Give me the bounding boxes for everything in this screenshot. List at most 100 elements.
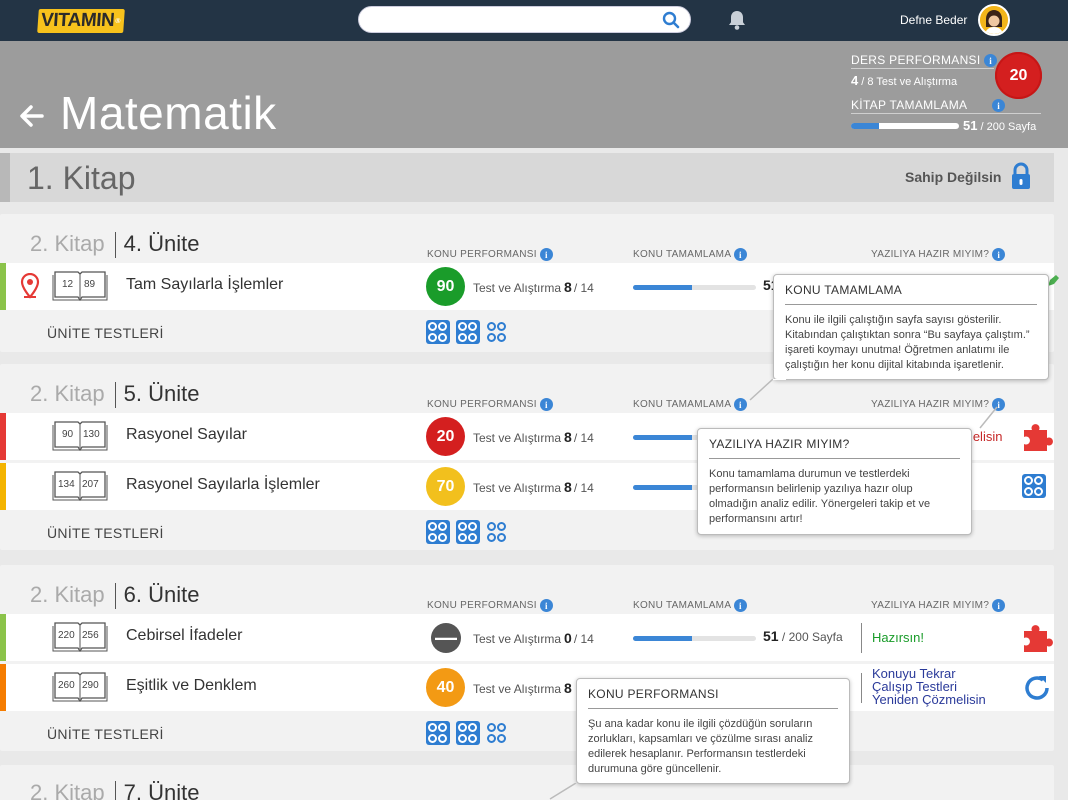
unit-tests-label: ÜNİTE TESTLERİ <box>47 726 164 742</box>
test-button[interactable] <box>485 520 509 544</box>
column-header-performance: KONU PERFORMANSI i <box>427 248 553 261</box>
divider <box>861 673 862 703</box>
open-book-icon: 90 130 <box>52 420 108 452</box>
back-arrow-icon[interactable] <box>20 104 44 128</box>
book-completion-label: KİTAP TAMAMLAMA i <box>851 98 1006 113</box>
course-performance-label: DERS PERFORMANSI i <box>851 53 998 68</box>
divider <box>851 68 994 69</box>
test-count: Test ve Alıştırma 0/ 14 <box>473 630 594 646</box>
column-header-performance: KONU PERFORMANSI i <box>427 599 553 612</box>
logo-mark: ® <box>114 17 121 25</box>
info-icon[interactable]: i <box>992 99 1006 113</box>
location-pin-icon <box>20 273 40 299</box>
info-icon[interactable]: i <box>984 54 998 68</box>
search-box <box>358 6 691 33</box>
test-button[interactable] <box>485 320 509 344</box>
info-icon[interactable]: i <box>733 599 747 612</box>
not-owned-label: Sahip Değilsin <box>905 169 1002 185</box>
tooltip-performance: KONU PERFORMANSI Şu ana kadar konu ile i… <box>576 678 850 784</box>
topic-name: Cebirsel İfadeler <box>126 627 243 644</box>
ready-status: Konuyu Tekrar Çalışıp Testleri Yeniden Ç… <box>872 666 986 707</box>
topic-completion-bar <box>633 636 756 641</box>
unit-heading: 2. Kitap 4. Ünite <box>30 231 199 259</box>
test-button[interactable] <box>456 721 480 745</box>
unit-heading: 2. Kitap 7. Ünite <box>30 780 199 800</box>
topic-score: — <box>431 623 461 653</box>
info-icon[interactable]: i <box>733 398 747 411</box>
column-header-completion: KONU TAMAMLAMA i <box>633 599 747 612</box>
open-book-icon: 260 290 <box>52 671 108 703</box>
topic-score: 70 <box>426 467 465 506</box>
column-header-completion: KONU TAMAMLAMA i <box>633 398 747 411</box>
bell-icon[interactable] <box>727 9 747 31</box>
tooltip-tail <box>979 406 998 429</box>
book-1-row[interactable]: 1. Kitap Sahip Değilsin <box>0 153 1054 202</box>
user-name[interactable]: Defne Beder <box>900 13 967 27</box>
unit-tests-label: ÜNİTE TESTLERİ <box>47 325 164 341</box>
topic-name: Rasyonel Sayılarla İşlemler <box>126 476 320 493</box>
test-button[interactable] <box>426 520 450 544</box>
topic-name: Tam Sayılarla İşlemler <box>126 276 284 293</box>
topic-score: 90 <box>426 267 465 306</box>
topic-score: 40 <box>426 668 465 707</box>
column-header-performance: KONU PERFORMANSI i <box>427 398 553 411</box>
puzzle-icon[interactable] <box>1022 422 1054 452</box>
column-header-ready: YAZILIYA HAZIR MIYIM? i <box>871 248 1006 261</box>
info-icon[interactable]: i <box>992 248 1006 261</box>
page-title: Matematik <box>60 87 277 139</box>
lock-icon[interactable] <box>1011 162 1031 190</box>
open-book-icon: 12 89 <box>52 270 108 302</box>
test-count: Test ve Alıştırma 8/ 14 <box>473 429 594 445</box>
logo-text: VITAMIN <box>40 10 115 31</box>
unit-card: 2. Kitap 6. Ünite KONU PERFORMANSI i KONU… <box>0 565 1054 751</box>
search-icon[interactable] <box>662 11 680 29</box>
refresh-icon[interactable] <box>1022 673 1052 703</box>
course-performance-score: 20 <box>995 52 1042 99</box>
unit-card: 2. Kitap 7. Ünite <box>0 765 1054 800</box>
unit-tests-row: ÜNİTE TESTLERİ <box>0 713 1054 753</box>
topic-row[interactable]: 220 256 Cebirsel İfadeler — Test ve Alışt… <box>0 614 1054 661</box>
test-count: Test ve Alıştırma 8 <box>473 680 572 696</box>
puzzle-icon[interactable] <box>1022 623 1054 653</box>
book-title: 1. Kitap <box>27 160 136 196</box>
column-header-completion: KONU TAMAMLAMA i <box>633 248 747 261</box>
unit-tests-label: ÜNİTE TESTLERİ <box>47 525 164 541</box>
open-book-icon: 220 256 <box>52 621 108 653</box>
divider <box>861 623 862 653</box>
tooltip-ready: YAZILIYA HAZIR MIYIM? Konu tamamlama dur… <box>697 428 972 535</box>
unit-heading: 2. Kitap 5. Ünite <box>30 381 199 409</box>
vitamin-logo[interactable]: VITAMIN ® <box>37 9 125 33</box>
unit-heading: 2. Kitap 6. Ünite <box>30 582 199 610</box>
ready-status: Hazırsın! <box>872 630 925 645</box>
book-completion-count: 51 / 200 Sayfa <box>963 118 1037 133</box>
tooltip-tail <box>749 379 786 401</box>
test-button[interactable] <box>1022 474 1046 498</box>
info-icon[interactable]: i <box>539 599 553 612</box>
test-button[interactable] <box>456 520 480 544</box>
test-button[interactable] <box>426 721 450 745</box>
topic-row[interactable]: 260 290 Eşitlik ve Denklem 40 Test ve Alı… <box>0 664 1054 711</box>
info-icon[interactable]: i <box>733 248 747 261</box>
search-input[interactable] <box>371 7 651 32</box>
divider <box>851 113 1041 114</box>
test-button[interactable] <box>485 721 509 745</box>
info-icon[interactable]: i <box>992 599 1006 612</box>
test-button[interactable] <box>456 320 480 344</box>
topic-name: Rasyonel Sayılar <box>126 426 247 443</box>
open-book-icon: 134 207 <box>52 470 108 502</box>
test-count: Test ve Alıştırma 8/ 14 <box>473 279 594 295</box>
topic-name: Eşitlik ve Denklem <box>126 677 257 694</box>
info-icon[interactable]: i <box>539 398 553 411</box>
book-completion-bar <box>851 123 959 129</box>
test-count: Test ve Alıştırma 8/ 14 <box>473 479 594 495</box>
test-button[interactable] <box>426 320 450 344</box>
top-bar: VITAMIN ® Defne Beder <box>0 0 1068 41</box>
topic-completion-bar <box>633 285 756 290</box>
page-count: 51 / 200 Sayfa <box>763 628 843 644</box>
tooltip-tail <box>549 783 577 800</box>
info-icon[interactable]: i <box>539 248 553 261</box>
avatar[interactable] <box>978 4 1010 36</box>
topic-score: 20 <box>426 417 465 456</box>
column-header-ready: YAZILIYA HAZIR MIYIM? i <box>871 599 1006 612</box>
tooltip-topic-completion: KONU TAMAMLAMA Konu ile ilgili çalıştığı… <box>773 274 1049 380</box>
